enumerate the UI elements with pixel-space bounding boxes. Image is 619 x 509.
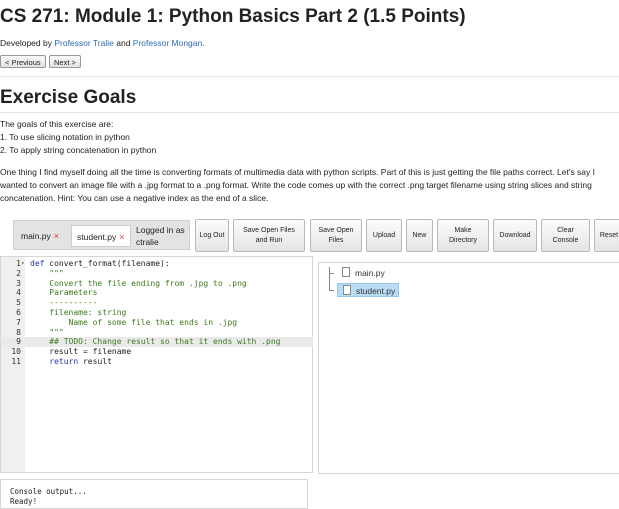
- line-number: 8: [16, 327, 21, 337]
- tab-student-py[interactable]: student.py ×: [71, 225, 131, 247]
- code-text: Name of some file that ends in .jpg: [30, 317, 238, 327]
- goals-intro: The goals of this exercise are:: [0, 119, 114, 129]
- code-text: convert_format(filename):: [44, 259, 170, 268]
- goal-item: 2. To apply string concatenation in pyth…: [0, 145, 157, 155]
- code-editor[interactable]: 1 ▾ def convert_format(filename): 2 """ 3 …: [0, 256, 313, 473]
- file-label: main.py: [355, 268, 385, 278]
- goal-item: 1. To use slicing notation in python: [0, 132, 130, 142]
- line-number: 3: [16, 278, 21, 288]
- code-keyword: return: [30, 357, 79, 366]
- code-line-active: 9 ## TODO: Change result so that it ends…: [1, 337, 313, 348]
- file-item-main-py[interactable]: main.py: [337, 266, 385, 280]
- code-line: 1 ▾ def convert_format(filename):: [1, 259, 313, 269]
- credit-line: Developed by Professor Tralie and Profes…: [0, 38, 205, 48]
- save-open-files-and-run-button[interactable]: Save Open Files and Run: [233, 219, 305, 252]
- make-directory-button[interactable]: Make Directory: [437, 219, 489, 252]
- fold-arrow-icon[interactable]: ▾: [21, 259, 25, 269]
- page-title: CS 271: Module 1: Python Basics Part 2 (…: [0, 6, 466, 27]
- line-number: 7: [16, 317, 21, 327]
- clear-console-button[interactable]: Clear Console: [541, 219, 590, 252]
- exercise-goals-heading: Exercise Goals: [0, 87, 137, 108]
- console-line: Ready!: [10, 497, 38, 506]
- reset-button[interactable]: Reset: [594, 219, 619, 252]
- divider: [0, 112, 619, 113]
- code-text: """: [30, 268, 64, 278]
- tab-main-py[interactable]: main.py ×: [16, 225, 64, 247]
- credit-and: and: [113, 38, 133, 48]
- author-link-mongan[interactable]: Professor Mongan: [133, 38, 202, 48]
- code-line: 3 Convert the file ending from .jpg to .…: [1, 279, 313, 289]
- next-button[interactable]: Next >: [49, 55, 81, 68]
- log-out-button[interactable]: Log Out: [195, 219, 229, 252]
- download-button[interactable]: Download: [493, 219, 537, 252]
- divider: [0, 76, 619, 77]
- tab-label: main.py: [21, 231, 51, 241]
- line-number: 2: [16, 268, 21, 278]
- save-open-files-button[interactable]: Save Open Files: [310, 219, 362, 252]
- console-line: Console output...: [10, 487, 87, 496]
- close-icon[interactable]: ×: [54, 231, 59, 241]
- file-label: student.py: [356, 286, 396, 296]
- previous-button[interactable]: < Previous: [0, 55, 46, 68]
- console-output: Console output... Ready!: [0, 479, 308, 509]
- code-text: ## TODO: Change result so that it ends w…: [30, 337, 281, 347]
- code-text: filename: string: [30, 308, 127, 317]
- author-link-tralie[interactable]: Professor Tralie: [54, 38, 114, 48]
- line-number: 4: [16, 288, 21, 298]
- line-number: 6: [16, 308, 21, 317]
- tree-connector: [329, 267, 330, 291]
- credit-prefix: Developed by: [0, 38, 55, 48]
- code-line: 2 """: [1, 269, 313, 279]
- code-text: result: [78, 357, 112, 366]
- logged-in-status: Logged in as ctralie: [136, 225, 185, 247]
- code-line: 4 Parameters: [1, 288, 313, 298]
- code-line: 11 return result: [1, 357, 313, 367]
- exercise-description: One thing I find myself doing all the ti…: [0, 167, 596, 203]
- code-keyword: def: [30, 259, 45, 268]
- credit-suffix: .: [202, 38, 205, 48]
- code-text: Parameters: [30, 288, 98, 298]
- tree-connector: [329, 273, 334, 274]
- file-icon: [342, 267, 350, 277]
- line-number: 10: [11, 347, 21, 357]
- line-number: 11: [11, 357, 21, 366]
- tab-label: student.py: [77, 232, 117, 242]
- file-icon: [343, 285, 351, 295]
- close-icon[interactable]: ×: [119, 232, 124, 242]
- upload-button[interactable]: Upload: [366, 219, 402, 252]
- line-number: 5: [16, 298, 21, 308]
- code-text: """: [30, 327, 64, 337]
- code-line: 10 result = filename: [1, 347, 313, 357]
- code-line: 6 filename: string: [1, 308, 313, 318]
- file-tree: main.py student.py: [318, 262, 619, 474]
- file-item-student-py[interactable]: student.py: [337, 283, 400, 297]
- line-number: 9: [16, 337, 21, 347]
- line-number: 1: [16, 259, 21, 268]
- code-line: 7 Name of some file that ends in .jpg: [1, 318, 313, 328]
- new-button[interactable]: New: [406, 219, 433, 252]
- code-line: 8 """: [1, 328, 313, 338]
- code-line: 5 ----------: [1, 298, 313, 308]
- code-text: Convert the file ending from .jpg to .pn…: [30, 278, 247, 288]
- code-text: result = filename: [30, 347, 132, 357]
- tree-connector: [329, 290, 334, 291]
- code-text: ----------: [30, 298, 98, 308]
